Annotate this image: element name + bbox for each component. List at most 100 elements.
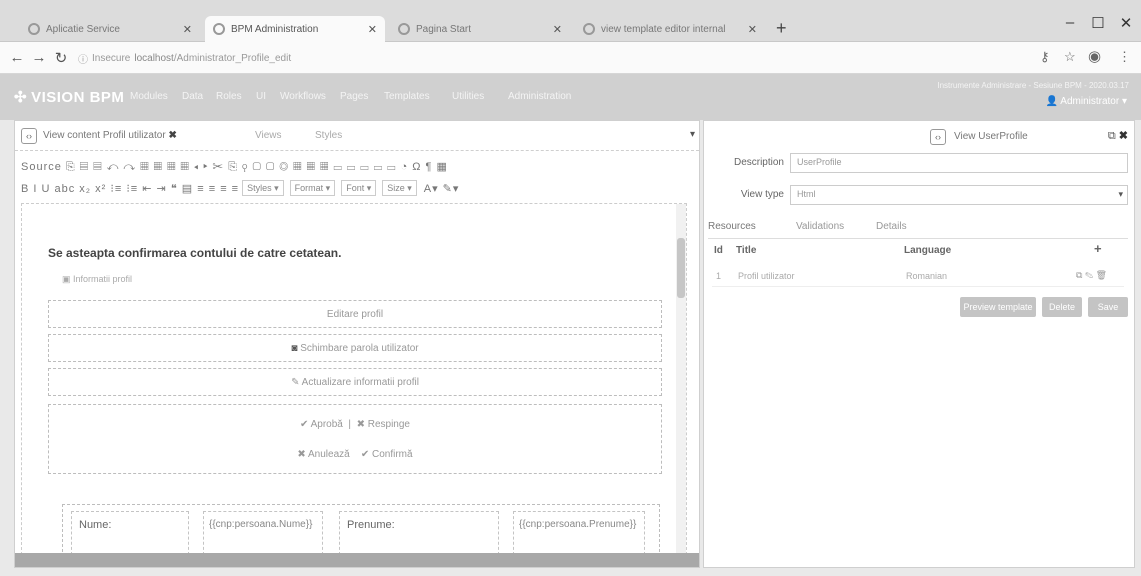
tab-details[interactable]: Details [876, 221, 907, 232]
nav-roles[interactable]: Roles [216, 91, 242, 102]
app-logo[interactable]: ✣ VISION BPM [14, 88, 124, 106]
view-type-select[interactable]: Html ▾ [790, 185, 1128, 205]
name-placeholder: {{cnp:persoana.Nume}} [209, 519, 313, 530]
cancel-confirm-row: ✖ Anulează ✔ Confirmă [49, 449, 661, 460]
menu-icon[interactable]: ⋮ [1118, 49, 1131, 65]
styles-select[interactable]: Styles ▾ [242, 180, 284, 196]
copy-icon[interactable]: ⧉ [1108, 130, 1116, 142]
nav-data[interactable]: Data [182, 91, 203, 102]
tab-validations[interactable]: Validations [796, 221, 844, 232]
delete-icon[interactable]: 🗑 [1096, 270, 1107, 280]
nav-utilities[interactable]: Utilities [452, 91, 484, 102]
close-icon[interactable]: ✖ [168, 130, 176, 141]
tab-resources[interactable]: Resources [708, 221, 756, 232]
browser-tab[interactable]: Aplicatie Service ✕ [20, 16, 200, 42]
update-info-button[interactable]: ✎ Actualizare informatii profil [49, 377, 661, 388]
url-input[interactable]: ⓘ Insecure localhost /Administrator_Prof… [78, 48, 538, 68]
close-icon[interactable]: ✕ [553, 23, 562, 36]
scrollbar-thumb[interactable] [677, 238, 685, 298]
browser-tab-strip: Aplicatie Service ✕ BPM Administration ✕… [0, 0, 1141, 42]
editor-toolbar-row2[interactable]: B I U abc x₂ x² ⁝≡ ⁝≡ ⇤ ⇥ ❝ ▤ ≡ ≡ ≡ ≡ St… [21, 178, 459, 198]
minimize-icon[interactable]: – [1060, 14, 1080, 31]
font-select[interactable]: Font ▾ [341, 180, 377, 196]
view-type-label: View type [740, 189, 784, 200]
star-icon[interactable]: ☆ [1064, 49, 1076, 65]
format-select[interactable]: Format ▾ [289, 180, 336, 196]
scrollbar[interactable] [676, 204, 686, 564]
col-title: Title [736, 245, 757, 256]
close-icon[interactable]: ✕ [183, 23, 192, 36]
firstname-label: Prenume: [347, 519, 395, 531]
maximize-icon[interactable]: ☐ [1088, 14, 1108, 32]
browser-tab[interactable]: Pagina Start ✕ [390, 16, 570, 42]
copy-icon[interactable]: ⧉ [1076, 270, 1082, 280]
row-actions: ⧉ ✎ 🗑 [1076, 270, 1107, 281]
new-tab-icon[interactable]: + [776, 18, 787, 39]
change-password-button[interactable]: ◙ Schimbare parola utilizator [49, 343, 661, 354]
col-language: Language [904, 245, 952, 256]
editor-toolbar-row1[interactable]: Source ⎘ ▤ ▤ ↶ ↷ ▦ ▦ ▦ ▦ ◂ ▸ ✂ ⎘ ⚲ ▢ ▢ ◎… [21, 157, 448, 177]
nav-modules[interactable]: Modules [130, 91, 168, 102]
chrome-icon [213, 23, 225, 35]
cancel-button[interactable]: ✖ Anulează [297, 449, 349, 460]
preview-template-button[interactable]: Preview template [960, 297, 1036, 317]
forward-icon[interactable]: → [30, 49, 48, 66]
size-select[interactable]: Size ▾ [382, 180, 417, 196]
chevron-down-icon[interactable]: ▾ [690, 129, 695, 140]
chrome-icon [398, 23, 410, 35]
nav-workflows[interactable]: Workflows [280, 91, 326, 102]
admin-menu[interactable]: 👤 Administrator ▾ [1046, 96, 1127, 107]
editor-content-area[interactable]: Se asteapta confirmarea contului de catr… [21, 203, 687, 565]
account-icon[interactable]: ◉ [1088, 47, 1101, 65]
collapse-icon[interactable]: ‹› [930, 129, 946, 145]
name-value-cell [203, 511, 323, 555]
key-icon[interactable]: ⚷ [1040, 49, 1050, 65]
update-info-box: ✎ Actualizare informatii profil [48, 368, 662, 396]
nav-pages[interactable]: Pages [340, 91, 368, 102]
close-icon[interactable]: ✕ [368, 23, 377, 36]
browser-tab[interactable]: view template editor internal ✕ [575, 16, 765, 42]
reject-button[interactable]: ✖ Respinge [357, 419, 410, 430]
chevron-down-icon: ▾ [1118, 189, 1123, 199]
approve-button[interactable]: ✔ Aprobă [300, 419, 343, 430]
name-label: Nume: [79, 519, 112, 531]
info-icon[interactable]: ⓘ [78, 51, 88, 66]
edit-icon[interactable]: ✎ [1085, 270, 1093, 280]
collapse-icon[interactable]: ‹› [21, 128, 37, 144]
reload-icon[interactable]: ↻ [52, 49, 70, 67]
close-icon[interactable]: ✕ [748, 23, 757, 36]
editor-panel: ‹› View content Profil utilizator ✖ View… [14, 120, 700, 568]
editor-status-bar [15, 553, 699, 567]
description-label: Description [733, 157, 784, 168]
nav-administration[interactable]: Administration [508, 91, 571, 102]
camera-icon: ◙ [291, 343, 301, 354]
browser-tab-active[interactable]: BPM Administration ✕ [205, 16, 385, 42]
tab-styles[interactable]: Styles [315, 130, 342, 141]
close-icon[interactable]: ✖ [1119, 130, 1128, 142]
description-input[interactable]: UserProfile [790, 153, 1128, 173]
profile-info-label: ▣ Informatii profil [62, 274, 133, 284]
tab-views[interactable]: Views [255, 130, 282, 141]
delete-button[interactable]: Delete [1042, 297, 1082, 317]
change-password-box: ◙ Schimbare parola utilizator [48, 334, 662, 362]
firstname-value-cell [513, 511, 645, 555]
chrome-icon [583, 23, 595, 35]
table-row[interactable]: 1 Profil utilizator Romanian ⧉ ✎ 🗑 [712, 267, 1124, 287]
actions-box: ✔ Aprobă | ✖ Respinge ✖ Anulează ✔ Confi… [48, 404, 662, 474]
name-label-cell [71, 511, 189, 555]
nav-ui[interactable]: UI [256, 91, 266, 102]
close-window-icon[interactable]: ✕ [1116, 14, 1136, 32]
logo-icon: ✣ [14, 89, 28, 106]
panel-actions: ⧉ ✖ [1108, 129, 1128, 143]
add-resource-button[interactable]: + [1094, 241, 1102, 256]
edit-profile-button[interactable]: Editare profil [49, 309, 661, 320]
nav-templates[interactable]: Templates [384, 91, 430, 102]
app-navbar: ✣ VISION BPM Modules Data Roles UI Workfl… [0, 74, 1141, 120]
page-heading: Se asteapta confirmarea contului de catr… [48, 246, 342, 260]
confirm-button[interactable]: ✔ Confirmă [361, 449, 413, 460]
bg-color-icon[interactable]: ✎▾ [443, 182, 460, 195]
back-icon[interactable]: ← [8, 49, 26, 66]
text-color-icon[interactable]: A▾ [424, 182, 439, 195]
edit-profile-box: Editare profil [48, 300, 662, 328]
save-button[interactable]: Save [1088, 297, 1128, 317]
